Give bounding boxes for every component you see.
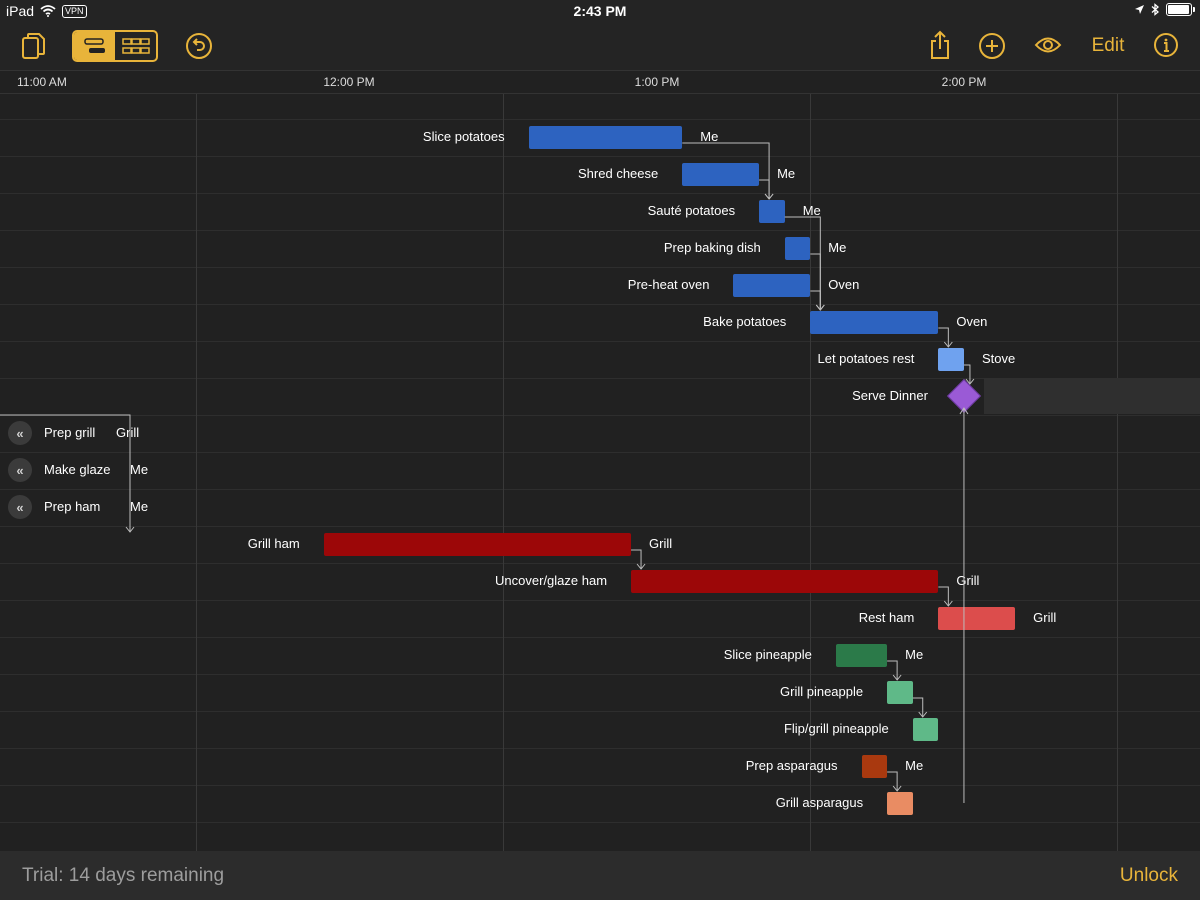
view-options-button[interactable] [1034, 34, 1062, 56]
gantt-view-icon [83, 38, 105, 53]
bluetooth-icon [1151, 3, 1159, 16]
time-tick: 12:00 PM [323, 75, 375, 89]
location-arrow-icon [1135, 5, 1144, 14]
gantt-view-button[interactable] [74, 32, 115, 60]
plus-circle-icon [979, 33, 1005, 59]
documents-icon [22, 33, 45, 59]
edit-button[interactable]: Edit [1088, 34, 1128, 58]
documents-button[interactable] [20, 31, 48, 61]
dependency-line [938, 586, 949, 606]
grid-view-icon [121, 38, 150, 54]
grid-view-button[interactable] [115, 32, 156, 60]
gantt-chart[interactable]: Slice potatoes Me Shred cheese Me Sauté pota… [0, 94, 1200, 851]
dependency-line [631, 549, 642, 569]
time-tick: 1:00 PM [634, 75, 680, 89]
add-button[interactable] [978, 32, 1006, 60]
dependency-line [682, 142, 770, 199]
dependency-connectors [0, 142, 975, 803]
toolbar: Edit [0, 22, 1200, 70]
share-button[interactable] [928, 29, 952, 61]
status-time: 2:43 PM [573, 3, 627, 19]
view-mode-segmented-control [72, 30, 158, 62]
dependency-line [810, 253, 821, 310]
undo-icon [186, 33, 212, 59]
undo-button[interactable] [185, 32, 213, 60]
unlock-button[interactable]: Unlock [1120, 865, 1178, 887]
eye-icon [1034, 37, 1062, 53]
status-bar: iPad VPN 2:43 PM [0, 0, 1200, 22]
trial-bar: Trial: 14 days remaining Unlock [0, 851, 1200, 900]
share-icon [931, 30, 949, 59]
dependency-line [887, 660, 898, 680]
trial-status-text: Trial: 14 days remaining [22, 865, 225, 886]
dependency-line [0, 414, 131, 532]
dependency-line [810, 290, 821, 310]
battery-icon [1166, 3, 1195, 16]
dependency-line [912, 697, 924, 717]
dependency-line [784, 216, 821, 310]
dependency-line [938, 327, 949, 347]
dependency-line [759, 179, 770, 199]
dependency-line [887, 771, 898, 791]
dependency-line [963, 364, 971, 384]
timeline-ruler: 11:00 AM 12:00 PM 1:00 PM 2:00 PM [0, 70, 1200, 94]
info-button[interactable] [1153, 32, 1179, 58]
time-tick: 2:00 PM [941, 75, 987, 89]
info-icon [1154, 33, 1178, 57]
time-tick: 11:00 AM [17, 75, 67, 89]
